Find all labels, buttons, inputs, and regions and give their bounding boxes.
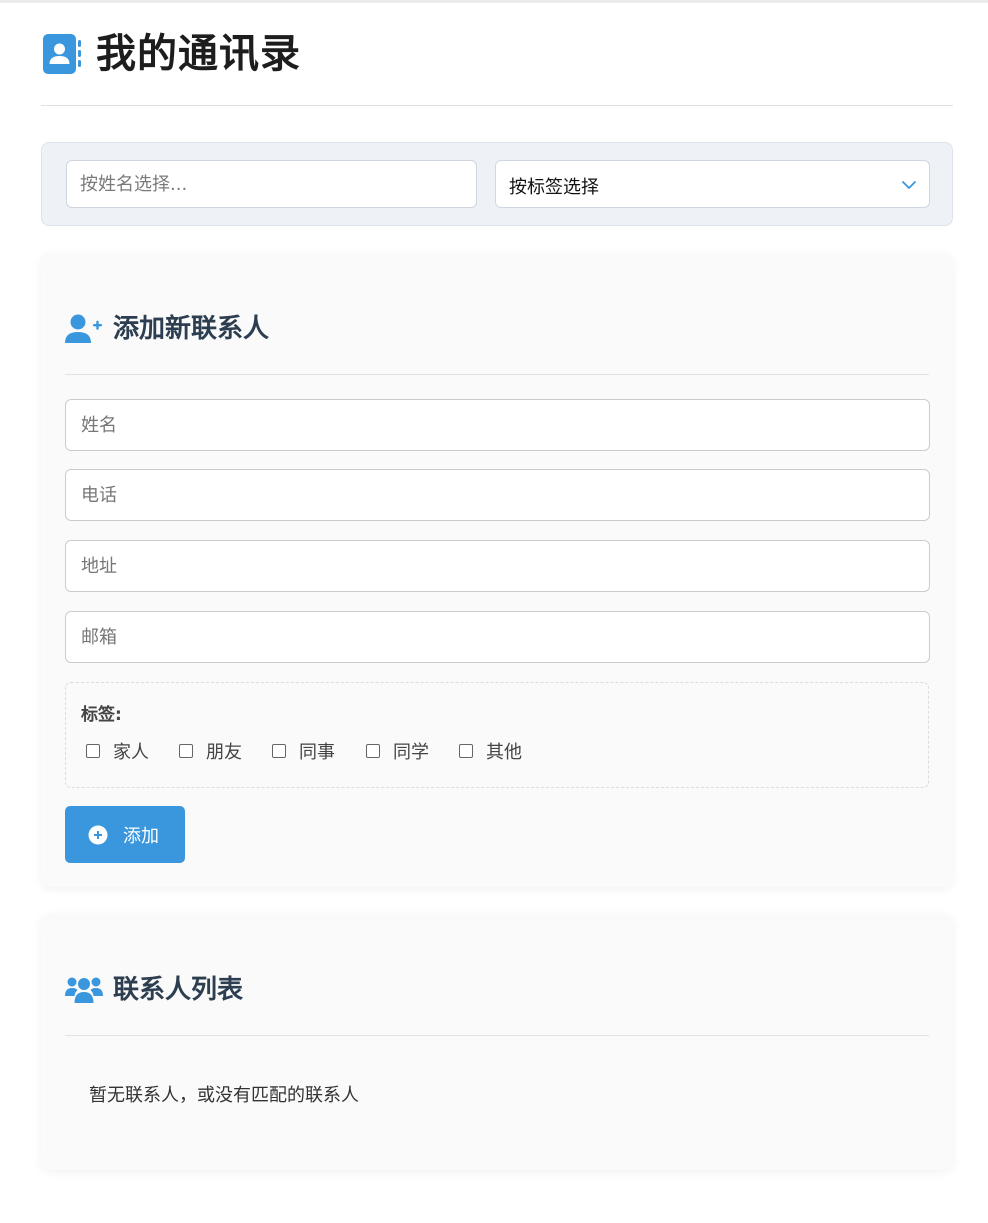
address-book-icon (43, 34, 81, 74)
plus-circle-icon (88, 825, 108, 845)
add-contact-card: 添加新联系人 标签: 家人 朋友 同事 同学 (41, 253, 953, 887)
empty-list-message: 暂无联系人，或没有匹配的联系人 (89, 1085, 359, 1106)
add-contact-button[interactable]: 添加 (65, 806, 185, 863)
tag-checkbox[interactable] (459, 744, 473, 758)
email-field[interactable] (65, 611, 930, 663)
tag-option-family[interactable]: 家人 (86, 739, 149, 763)
phone-field[interactable] (65, 469, 930, 521)
add-contact-heading: 添加新联系人 (65, 311, 929, 375)
tag-checkbox[interactable] (179, 744, 193, 758)
chevron-down-icon (902, 181, 916, 189)
tag-option-friend[interactable]: 朋友 (179, 739, 242, 763)
tag-option-label: 其他 (486, 742, 522, 763)
name-search-input[interactable] (66, 160, 477, 208)
name-field[interactable] (65, 399, 930, 451)
tag-filter-value: 按标签选择 (509, 177, 599, 198)
tag-checkbox[interactable] (366, 744, 380, 758)
tag-option-label: 同学 (393, 742, 429, 763)
add-contact-title: 添加新联系人 (113, 314, 270, 344)
add-button-label: 添加 (123, 826, 159, 846)
tags-label: 标签: (81, 705, 122, 725)
tags-group: 标签: 家人 朋友 同事 同学 其他 (65, 682, 929, 788)
page-title: 我的通讯录 (96, 31, 301, 77)
user-plus-icon (65, 314, 102, 343)
address-field[interactable] (65, 540, 930, 592)
tag-checkbox[interactable] (272, 744, 286, 758)
tag-option-label: 朋友 (206, 742, 242, 763)
tag-option-colleague[interactable]: 同事 (272, 739, 335, 763)
tag-filter-select[interactable]: 按标签选择 (495, 160, 930, 208)
page-header: 我的通讯录 (41, 28, 953, 106)
tag-option-label: 家人 (113, 742, 149, 763)
tag-option-classmate[interactable]: 同学 (366, 739, 429, 763)
top-border (0, 0, 988, 3)
contact-list-heading: 联系人列表 (65, 972, 929, 1036)
contact-list-card: 联系人列表 暂无联系人，或没有匹配的联系人 (41, 914, 953, 1170)
contact-list-title: 联系人列表 (113, 975, 244, 1005)
tag-option-other[interactable]: 其他 (459, 739, 522, 763)
tag-option-label: 同事 (299, 742, 335, 763)
users-icon (65, 977, 103, 1003)
filter-bar: 按标签选择 (41, 142, 953, 226)
tag-checkbox[interactable] (86, 744, 100, 758)
